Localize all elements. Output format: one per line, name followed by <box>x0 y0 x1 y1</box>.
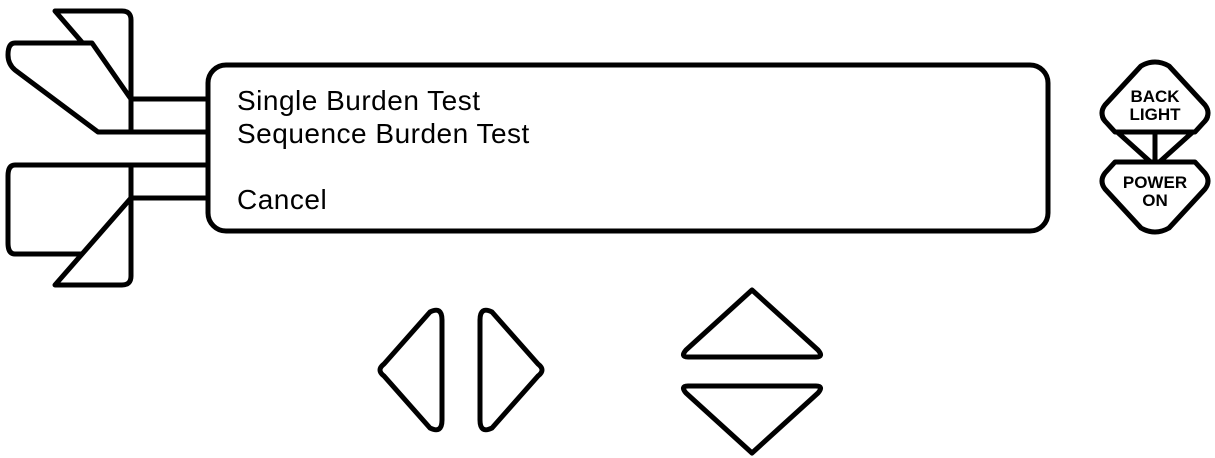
backlight-label-line2: LIGHT <box>1130 105 1182 124</box>
lcd-line-1[interactable]: Single Burden Test <box>237 85 481 116</box>
down-arrow-button[interactable] <box>680 383 824 456</box>
right-arrow-button[interactable] <box>477 307 545 433</box>
lcd-line-2[interactable]: Sequence Burden Test <box>237 118 530 149</box>
instrument-panel: Single Burden Test Sequence Burden Test … <box>5 8 1211 456</box>
power-label-line1: POWER <box>1123 173 1187 192</box>
lcd-line-4[interactable]: Cancel <box>237 184 327 215</box>
left-arrow-button[interactable] <box>377 307 445 433</box>
up-arrow-button[interactable] <box>680 287 824 360</box>
backlight-label-line1: BACK <box>1130 87 1180 106</box>
power-label-line2: ON <box>1142 191 1168 210</box>
